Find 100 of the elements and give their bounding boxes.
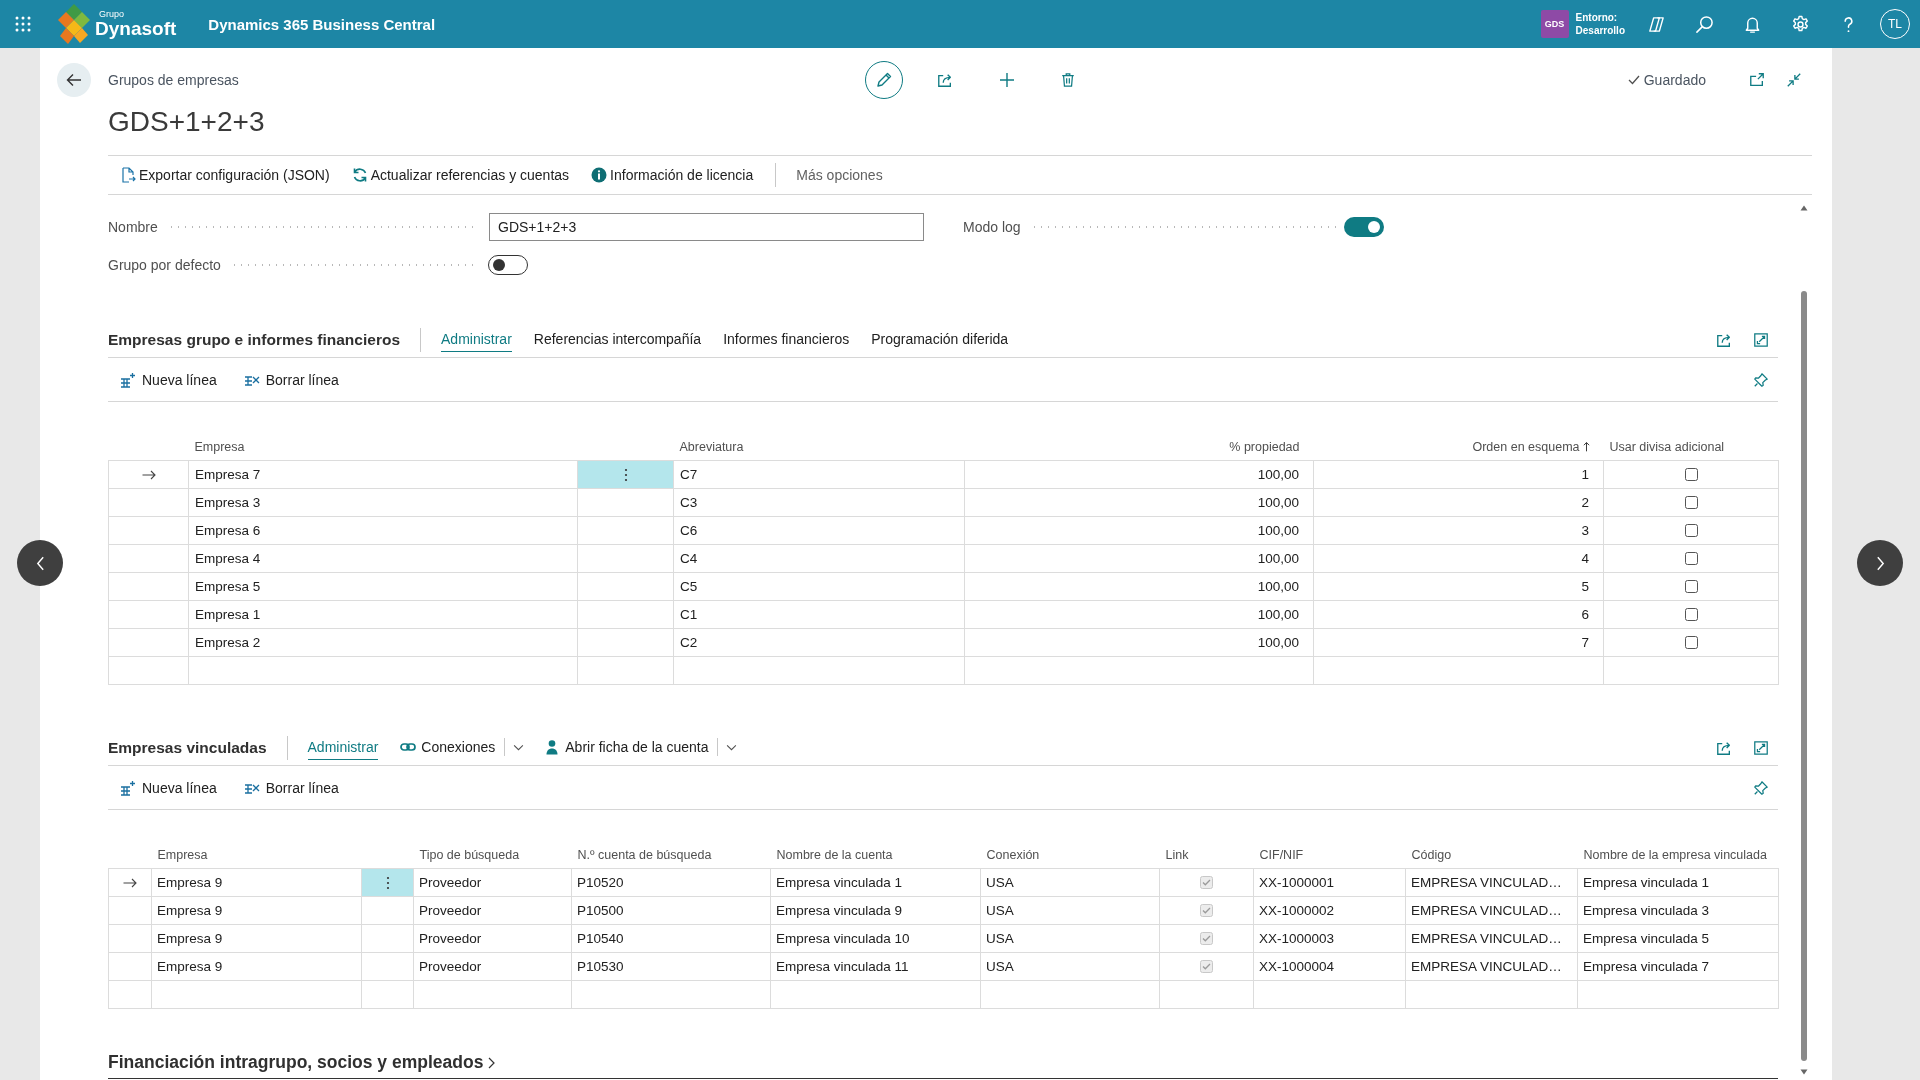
column-header[interactable]: CIF/NIF — [1259, 847, 1304, 862]
row-menu-cell[interactable] — [577, 460, 674, 489]
row-menu-cell[interactable] — [577, 544, 674, 573]
column-header[interactable]: Usar divisa adicional — [1609, 439, 1725, 454]
checkbox[interactable] — [1684, 608, 1698, 621]
menu-button[interactable]: Abrir ficha de la cuenta — [544, 734, 738, 761]
row-menu-cell[interactable] — [361, 952, 414, 981]
column-header[interactable]: Link — [1165, 847, 1189, 862]
checkmark-icon — [1627, 75, 1640, 85]
back-button[interactable] — [57, 63, 91, 97]
tab[interactable]: Informes financieros — [723, 327, 850, 352]
toggle-switch[interactable] — [1344, 217, 1384, 237]
pin-icon[interactable] — [1753, 779, 1769, 796]
scroll-down-icon[interactable] — [1800, 1069, 1808, 1075]
export-document-icon — [120, 167, 136, 183]
checkbox[interactable] — [1684, 496, 1698, 509]
settings-icon[interactable] — [1791, 14, 1810, 34]
table-cell: 4 — [1313, 544, 1604, 573]
row-menu-cell[interactable] — [577, 572, 674, 601]
table-cell: XX-1000002 — [1253, 896, 1406, 925]
tab[interactable]: Referencias intercompañía — [533, 327, 702, 352]
action-button[interactable]: Información de licencia — [591, 160, 754, 190]
action-button[interactable]: Exportar configuración (JSON) — [120, 160, 330, 190]
field-label: Modo log — [963, 219, 1021, 235]
previous-button[interactable] — [17, 540, 63, 586]
expand-icon[interactable] — [1753, 739, 1769, 756]
row-menu-cell[interactable] — [577, 600, 674, 629]
checkbox[interactable] — [1684, 552, 1698, 565]
checkbox[interactable] — [1684, 524, 1698, 537]
row-menu-cell[interactable] — [577, 628, 674, 657]
toolbar-button[interactable]: Borrar línea — [243, 772, 339, 803]
table-cell: EMPRESA VINCULAD… — [1405, 952, 1578, 981]
column-header[interactable]: N.º cuenta de búsqueda — [577, 847, 712, 862]
checkbox[interactable] — [1684, 468, 1698, 481]
overlapping-shapes-icon[interactable] — [1647, 14, 1666, 34]
expand-icon[interactable] — [1753, 331, 1769, 348]
column-header[interactable]: Empresa — [194, 439, 245, 454]
more-options-icon — [385, 875, 390, 890]
checkbox[interactable] — [1684, 580, 1698, 593]
table-cell: C2 — [673, 628, 965, 657]
delete-icon[interactable] — [1060, 72, 1076, 88]
share-icon[interactable] — [937, 72, 953, 88]
table-cell: P10500 — [571, 896, 771, 925]
table-cell: 100,00 — [964, 516, 1314, 545]
toolbar-button[interactable]: Nueva línea — [120, 364, 217, 395]
collapse-icon[interactable] — [1786, 72, 1802, 88]
chevron-left-icon — [35, 555, 45, 571]
toggle-switch[interactable] — [488, 255, 528, 275]
breadcrumb[interactable]: Grupos de empresas — [108, 72, 239, 88]
next-button[interactable] — [1857, 540, 1903, 586]
table-cell: C6 — [673, 516, 965, 545]
collapsed-section-header[interactable]: Financiación intragrupo, socios y empleados — [108, 1052, 496, 1073]
row-menu-cell[interactable] — [361, 868, 414, 897]
row-menu-cell[interactable] — [577, 488, 674, 517]
search-icon[interactable] — [1695, 14, 1714, 34]
table-cell: 100,00 — [964, 460, 1314, 489]
column-header[interactable]: Tipo de búsqueda — [419, 847, 520, 862]
app-title: Dynamics 365 Business Central — [208, 15, 436, 33]
column-header[interactable]: Conexión — [986, 847, 1040, 862]
input-field[interactable]: GDS+1+2+3 — [489, 213, 924, 241]
tab[interactable]: Administrar — [441, 327, 512, 352]
app-launcher-icon[interactable] — [15, 16, 31, 32]
refresh-icon — [351, 167, 368, 183]
tab[interactable]: Programación diferida — [871, 327, 1009, 352]
action-button[interactable]: Actualizar referencias y cuentas — [351, 160, 570, 190]
table-cell: Empresa 9 — [151, 868, 362, 897]
scroll-up-icon[interactable] — [1800, 205, 1808, 211]
table-cell: Empresa vinculada 1 — [770, 868, 981, 897]
pop-out-icon[interactable] — [1749, 72, 1765, 88]
column-header[interactable]: Nombre de la cuenta — [776, 847, 893, 862]
column-header[interactable]: % propiedad — [1229, 439, 1300, 454]
column-header[interactable]: Empresa — [157, 847, 208, 862]
column-header[interactable]: Abreviatura — [679, 439, 744, 454]
brand-name: Dynasoft — [95, 19, 177, 38]
toolbar-button[interactable]: Borrar línea — [243, 364, 339, 395]
table-cell: Empresa 5 — [188, 572, 578, 601]
add-icon[interactable] — [998, 71, 1016, 89]
current-row-arrow-icon — [123, 877, 137, 888]
row-menu-cell[interactable] — [577, 516, 674, 545]
table-cell: 100,00 — [964, 572, 1314, 601]
field-label: Grupo por defecto — [108, 257, 221, 273]
row-menu-cell[interactable] — [361, 924, 414, 953]
table-cell: EMPRESA VINCULAD… — [1405, 896, 1578, 925]
current-row-arrow-icon — [141, 469, 156, 480]
environment-badge: GDS — [1540, 10, 1569, 38]
column-header[interactable]: Nombre de la empresa vinculada — [1583, 847, 1767, 862]
table-cell: 100,00 — [964, 488, 1314, 517]
column-header[interactable]: Orden en esquema — [1472, 439, 1590, 454]
row-menu-cell[interactable] — [361, 896, 414, 925]
column-header[interactable]: Código — [1411, 847, 1452, 862]
checkbox[interactable] — [1684, 636, 1698, 649]
back-arrow-icon — [66, 73, 82, 87]
toolbar-button[interactable]: Nueva línea — [120, 772, 217, 803]
chevron-down-icon — [726, 743, 738, 751]
menu-button[interactable]: Conexiones — [400, 734, 525, 761]
action-button[interactable]: Más opciones — [796, 160, 883, 190]
table-cell: Proveedor — [413, 868, 572, 897]
tab[interactable]: Administrar — [307, 735, 379, 760]
pin-icon[interactable] — [1753, 371, 1769, 388]
scrollbar-thumb[interactable] — [1801, 291, 1807, 1061]
